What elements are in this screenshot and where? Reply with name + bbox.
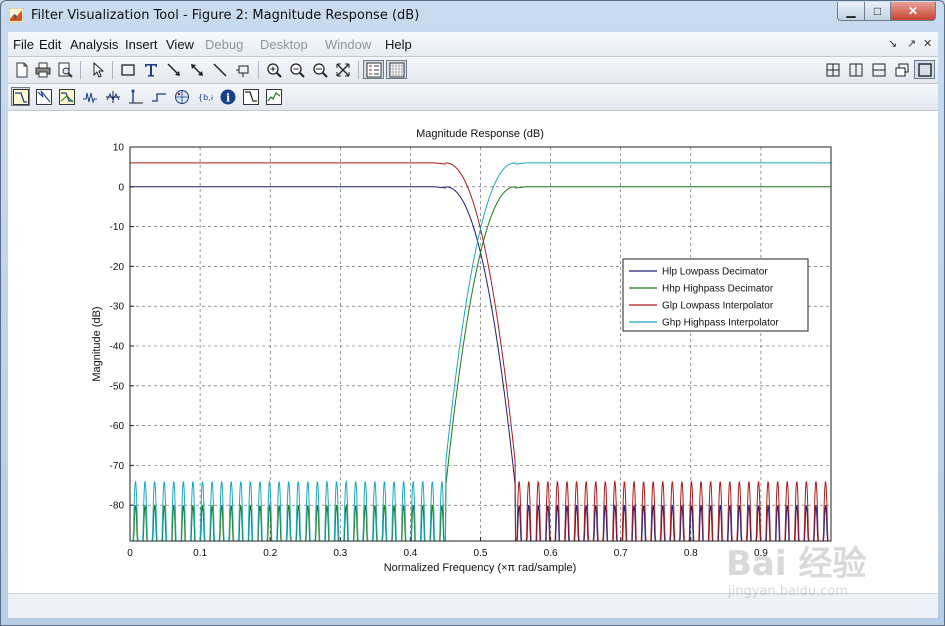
x-tick-label: 0.4 xyxy=(403,548,417,559)
menu-bar: File Edit Analysis Insert View Debug Des… xyxy=(8,32,938,57)
maximize-icon: □ xyxy=(873,4,882,18)
new-figure-icon[interactable] xyxy=(12,60,31,79)
y-tick-label: -10 xyxy=(110,222,125,233)
cascade-icon[interactable] xyxy=(892,60,911,79)
insert-arrow-icon[interactable] xyxy=(164,60,183,79)
magnitude-estimate-icon[interactable] xyxy=(241,87,260,106)
menu-view[interactable]: View xyxy=(166,37,194,52)
magnitude-phase-icon[interactable] xyxy=(57,87,76,106)
title-bar[interactable]: Filter Visualization Tool - Figure 2: Ma… xyxy=(1,1,944,31)
maximize-button[interactable]: □ xyxy=(864,2,891,21)
group-delay-icon[interactable] xyxy=(80,87,99,106)
watermark: Bai 经验 jingyan.baidu.com xyxy=(726,536,901,606)
legend-toggle-icon[interactable] xyxy=(363,60,384,79)
y-tick-label: -40 xyxy=(110,341,125,352)
phase-response-icon[interactable] xyxy=(34,87,53,106)
maximize-icon[interactable] xyxy=(914,60,935,79)
menu-help[interactable]: Help xyxy=(385,37,412,52)
insert-text-icon[interactable] xyxy=(141,60,160,79)
legend[interactable]: Hlp Lowpass Decimator Hhp Highpass Decima… xyxy=(622,258,809,332)
zoom-x-icon[interactable] xyxy=(310,60,329,79)
step-response-icon[interactable] xyxy=(149,87,168,106)
y-tick-label: -60 xyxy=(110,421,125,432)
y-tick-label: -20 xyxy=(110,262,125,273)
watermark-url: jingyan.baidu.com xyxy=(728,584,848,599)
y-tick-label: -50 xyxy=(110,381,125,392)
pin-icon[interactable] xyxy=(233,60,252,79)
undock-icon[interactable]: ↗ xyxy=(907,37,916,50)
x-tick-label: 0.8 xyxy=(684,548,698,559)
menu-edit[interactable]: Edit xyxy=(39,37,61,52)
dock-arrow-icon[interactable]: ↘ xyxy=(888,37,897,50)
print-preview-icon[interactable] xyxy=(55,60,74,79)
y-tick-label: -70 xyxy=(110,461,125,472)
chart-title: Magnitude Response (dB) xyxy=(416,128,544,140)
x-tick-label: 0.2 xyxy=(263,548,277,559)
minimize-icon: ▁ xyxy=(846,4,856,18)
x-tick-label: 0.6 xyxy=(544,548,558,559)
menu-desktop[interactable]: Desktop xyxy=(260,37,308,52)
minimize-button[interactable]: ▁ xyxy=(837,2,865,21)
x-tick-label: 0.3 xyxy=(333,548,347,559)
zoom-full-icon[interactable] xyxy=(333,60,352,79)
impulse-response-icon[interactable] xyxy=(126,87,145,106)
zoom-out-icon[interactable] xyxy=(287,60,306,79)
tile-icon[interactable] xyxy=(823,60,842,79)
close-icon: ✕ xyxy=(907,4,919,18)
magnitude-response-icon[interactable] xyxy=(11,87,30,106)
menu-insert[interactable]: Insert xyxy=(125,37,158,52)
x-tick-label: 0.5 xyxy=(474,548,488,559)
matlab-logo-icon xyxy=(9,8,24,23)
menu-debug[interactable]: Debug xyxy=(205,37,243,52)
noise-power-icon[interactable] xyxy=(264,87,283,106)
menu-close-icon[interactable]: ✕ xyxy=(923,37,932,50)
phase-delay-icon[interactable] xyxy=(103,87,122,106)
pole-zero-icon[interactable] xyxy=(172,87,191,106)
grid-toggle-icon[interactable] xyxy=(386,60,407,79)
filter-info-icon[interactable]: i xyxy=(218,87,237,106)
menu-file[interactable]: File xyxy=(13,37,34,52)
insert-rectangle-icon[interactable] xyxy=(118,60,137,79)
x-axis-label: Normalized Frequency (×π rad/sample) xyxy=(384,562,577,574)
x-tick-label: 0 xyxy=(127,548,133,559)
legend-entry: Glp Lowpass Interpolator xyxy=(662,301,774,312)
svg-text:{b,a}: {b,a} xyxy=(198,93,213,102)
y-tick-label: 0 xyxy=(118,182,124,193)
window-title: Filter Visualization Tool - Figure 2: Ma… xyxy=(31,8,420,23)
x-tick-label: 0.1 xyxy=(193,548,207,559)
analysis-toolbar: {b,a} i xyxy=(8,84,938,111)
zoom-in-icon[interactable] xyxy=(264,60,283,79)
y-tick-label: -30 xyxy=(110,302,125,313)
coefficients-icon[interactable]: {b,a} xyxy=(195,87,214,106)
y-tick-label: 10 xyxy=(113,143,125,154)
menu-analysis[interactable]: Analysis xyxy=(70,37,118,52)
y-tick-label: -80 xyxy=(110,501,125,512)
split-horizontal-icon[interactable] xyxy=(869,60,888,79)
figure-canvas[interactable]: Magnitude Response (dB) Normalized Frequ… xyxy=(8,111,938,593)
legend-entry: Hhp Highpass Decimator xyxy=(662,284,774,295)
close-button[interactable]: ✕ xyxy=(890,2,936,21)
y-axis-label: Magnitude (dB) xyxy=(91,306,103,381)
svg-text:i: i xyxy=(226,91,230,104)
menu-window[interactable]: Window xyxy=(325,37,371,52)
x-tick-label: 0.7 xyxy=(614,548,628,559)
watermark-logo: Bai 经验 xyxy=(726,544,867,584)
legend-entry: Ghp Highpass Interpolator xyxy=(662,318,779,329)
insert-double-arrow-icon[interactable] xyxy=(187,60,206,79)
insert-line-icon[interactable] xyxy=(210,60,229,79)
legend-entry: Hlp Lowpass Decimator xyxy=(662,267,768,278)
magnitude-response-plot: Magnitude Response (dB) Normalized Frequ… xyxy=(8,111,938,593)
print-icon[interactable] xyxy=(33,60,52,79)
select-arrow-icon[interactable] xyxy=(88,60,107,79)
figure-toolbar xyxy=(8,57,938,84)
split-vertical-icon[interactable] xyxy=(846,60,865,79)
figure-window: Filter Visualization Tool - Figure 2: Ma… xyxy=(0,0,945,626)
